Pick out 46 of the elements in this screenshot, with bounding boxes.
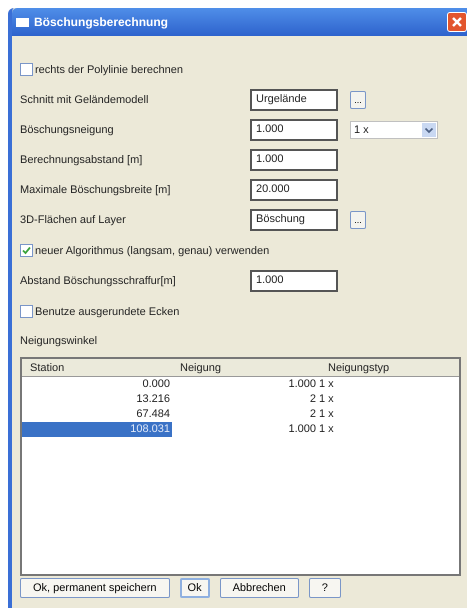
input-field[interactable]: 1.000 [250,149,338,171]
input-field[interactable]: 20.000 [250,179,338,201]
dialog-button[interactable]: ? [308,578,341,598]
table-cell-text: 1.000 [287,422,317,437]
dialog-button[interactable]: Ok, permanent speichern [20,578,170,598]
field-label: Abstand Böschungsschraffur[m] [20,275,177,287]
table-cell: 1 x [318,392,334,407]
checkbox[interactable] [20,244,33,257]
field-label: Böschungsneigung [20,124,115,136]
checkbox-label: neuer Algorithmus (langsam, genau) verwenden [35,244,270,256]
table-cell-text: 2 [308,407,317,422]
browse-button[interactable]: ... [350,91,366,109]
field-label: 3D-Flächen auf Layer [20,214,127,226]
table-cell: 1 x [318,407,334,422]
dropdown[interactable]: 1 x [350,121,438,139]
checkbox[interactable] [20,63,33,76]
close-icon [451,16,463,28]
input-field[interactable]: 1.000 [250,119,338,141]
field-label: Schnitt mit Geländemodell [20,94,150,106]
column-header[interactable]: Station [22,362,172,374]
checkbox-label: Benutze ausgerundete Ecken [35,306,180,318]
table-cell[interactable]: 67.484 [22,407,172,422]
dialog-button[interactable]: Ok [180,578,210,598]
checkbox-label: rechts der Polylinie berechnen [35,64,183,76]
dialog-button[interactable]: Abbrechen [220,578,299,598]
chevron-down-icon [422,123,436,137]
field-label: Berechnungsabstand [m] [20,154,144,166]
input-field[interactable]: Böschung [250,209,338,231]
table-cell: 1 x [318,377,334,392]
browse-button[interactable]: ... [350,211,366,229]
table-cell-text: 2 [308,392,317,407]
checkbox[interactable] [20,305,33,318]
field-label: Maximale Böschungsbreite [m] [20,184,172,196]
table-cell[interactable]: 13.216 [22,392,172,407]
close-button[interactable] [447,12,467,32]
table-cell[interactable]: 108.031 [22,422,172,437]
column-header[interactable]: Neigungstyp [318,362,459,374]
column-header[interactable]: Neigung [172,362,318,374]
section-label: Neigungswinkel [20,335,98,349]
window-title: Böschungsberechnung [34,15,170,29]
input-field[interactable]: Urgelände [250,89,338,111]
table-cell[interactable]: 0.000 [22,377,172,392]
window-icon [16,18,29,26]
table-cell: 1 x [318,422,334,437]
table-cell-text: 1.000 [287,377,317,392]
input-field[interactable]: 1.000 [250,270,338,292]
